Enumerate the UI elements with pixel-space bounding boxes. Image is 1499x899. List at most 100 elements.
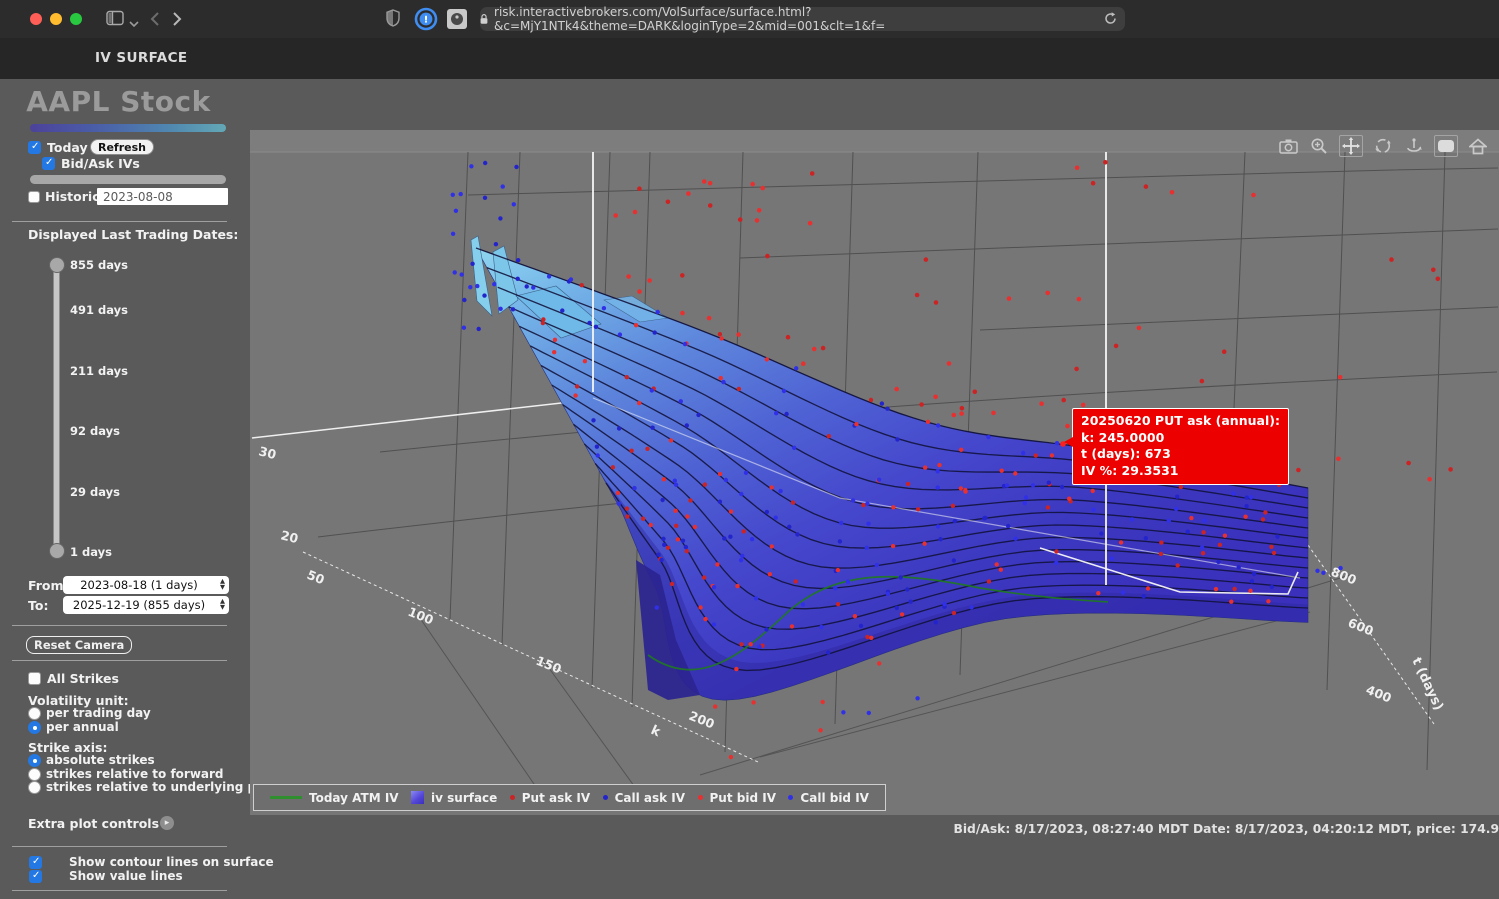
plot-legend: Today ATM IV iv surface Put ask IV Call ask…: [253, 784, 886, 811]
url-text: risk.interactivebrokers.com/VolSurface/s…: [494, 5, 1125, 33]
divider: [12, 660, 227, 661]
legend-label: Put bid IV: [710, 791, 776, 805]
tooltip-line: IV %: 29.3531: [1081, 463, 1280, 480]
shield-icon[interactable]: [386, 9, 400, 31]
tooltip-line: 20250620 PUT ask (annual):: [1081, 413, 1280, 430]
chevron-down-icon[interactable]: [129, 13, 139, 32]
today-label: Today: [47, 140, 88, 155]
hover-tooltip: 20250620 PUT ask (annual): k: 245.0000 t…: [1072, 408, 1289, 485]
to-label: To:: [28, 598, 48, 613]
radio-strikes-relative-to-forward[interactable]: [28, 768, 41, 781]
today-checkbox[interactable]: [28, 141, 41, 154]
bid-ask-label: Bid/Ask IVs: [61, 156, 140, 171]
hover-closest-icon[interactable]: [1434, 135, 1458, 157]
zoom-icon[interactable]: [1308, 136, 1330, 156]
radio-label: absolute strikes: [46, 753, 155, 767]
radio-label: strikes relative to underlying price: [46, 780, 281, 794]
divider: [12, 846, 227, 847]
status-bar: Bid/Ask: 8/17/2023, 08:27:40 MDT Date: 8…: [600, 822, 1499, 836]
divider: [12, 221, 227, 222]
slider-label: 855 days: [70, 258, 128, 272]
plot-option-checkbox[interactable]: [29, 856, 42, 869]
slider-handle-top[interactable]: [49, 257, 65, 273]
all-strikes-checkbox[interactable]: [28, 672, 41, 685]
iv-surface-plot[interactable]: 501001502008006004003020kt (days) 202506…: [250, 130, 1499, 815]
app-header: IV SURFACE: [0, 38, 1499, 79]
divider: [12, 890, 227, 891]
bid-ask-checkbox[interactable]: [42, 157, 55, 170]
home-icon[interactable]: [1467, 136, 1489, 156]
slider-label: 1 days: [70, 545, 112, 559]
tooltip-line: t (days): 673: [1081, 446, 1280, 463]
legend-item-Call-bid-IV[interactable]: Call bid IV: [788, 791, 869, 805]
browser-chrome: risk.interactivebrokers.com/VolSurface/s…: [0, 0, 1499, 38]
legend-swatch: [411, 791, 424, 804]
zoom-window-button[interactable]: [70, 13, 82, 25]
radio-strikes-relative-to-underlying-price[interactable]: [28, 781, 41, 794]
plot-option-label: Show value lines: [69, 869, 183, 883]
slider-label: 92 days: [70, 424, 120, 438]
legend-label: Call bid IV: [800, 791, 869, 805]
plot-option-checkbox[interactable]: [29, 870, 42, 883]
legend-label: Today ATM IV: [309, 791, 399, 805]
divider: [12, 625, 227, 626]
radio-absolute-strikes[interactable]: [28, 754, 41, 767]
loading-bar: [30, 175, 226, 184]
page-title: IV SURFACE: [95, 50, 188, 66]
all-strikes-label: All Strikes: [47, 671, 119, 686]
plot-option-label: Show contour lines on surface: [69, 855, 274, 869]
slider-label: 211 days: [70, 364, 128, 378]
reset-camera-button[interactable]: Reset Camera: [26, 636, 132, 654]
stepper-icon: ▲▼: [220, 598, 225, 610]
camera-icon[interactable]: [1277, 136, 1299, 156]
minimize-window-button[interactable]: [50, 13, 62, 25]
extra-controls-label: Extra plot controls: [28, 816, 159, 831]
dates-section-label: Displayed Last Trading Dates:: [28, 227, 238, 242]
legend-item-Put-bid-IV[interactable]: Put bid IV: [698, 791, 776, 805]
pan-icon[interactable]: [1339, 135, 1363, 157]
legend-swatch: [270, 796, 302, 799]
forward-icon[interactable]: [172, 11, 182, 31]
slider-handle-bottom[interactable]: [49, 543, 65, 559]
from-select[interactable]: 2023-08-18 (1 days) ▲▼: [63, 576, 229, 594]
tooltip-line: k: 245.0000: [1081, 430, 1280, 447]
iv-surface-app: risk.interactivebrokers.com/VolSurface/s…: [0, 0, 1499, 899]
colorscale-bar: [30, 124, 226, 132]
extension-icon[interactable]: [446, 8, 468, 34]
turntable-icon[interactable]: [1403, 136, 1425, 156]
stepper-icon: ▲▼: [220, 578, 225, 590]
surface-3d-canvas[interactable]: 501001502008006004003020kt (days): [250, 130, 1499, 815]
legend-swatch: [603, 795, 608, 800]
legend-item-iv-surface[interactable]: iv surface: [411, 791, 497, 805]
refresh-button[interactable]: Refresh: [90, 139, 154, 155]
url-bar[interactable]: risk.interactivebrokers.com/VolSurface/s…: [480, 7, 1125, 31]
legend-swatch: [510, 795, 515, 800]
password-extension-icon[interactable]: [414, 7, 438, 35]
symbol-title: AAPL Stock: [0, 85, 237, 118]
historical-checkbox[interactable]: [28, 191, 40, 203]
slider-label: 491 days: [70, 303, 128, 317]
legend-swatch: [698, 795, 703, 800]
historical-date-input[interactable]: [97, 188, 228, 205]
legend-item-Today-ATM-IV[interactable]: Today ATM IV: [270, 791, 399, 805]
radio-label: per annual: [46, 720, 119, 734]
back-icon[interactable]: [150, 11, 160, 31]
radio-per-annual[interactable]: [28, 721, 41, 734]
to-select[interactable]: 2025-12-19 (855 days) ▲▼: [63, 596, 229, 614]
legend-item-Put-ask-IV[interactable]: Put ask IV: [510, 791, 590, 805]
lock-icon: [480, 13, 488, 25]
close-window-button[interactable]: [30, 13, 42, 25]
reload-icon[interactable]: [1103, 11, 1118, 29]
sidebar: AAPL Stock Today Refresh Bid/Ask IVs His…: [0, 79, 237, 899]
plot-modebar: [1277, 135, 1489, 157]
radio-label: per trading day: [46, 706, 151, 720]
orbit-icon[interactable]: [1372, 136, 1394, 156]
legend-label: iv surface: [431, 791, 497, 805]
extra-controls-expand-icon[interactable]: ▸: [160, 816, 174, 830]
slider-label: 29 days: [70, 485, 120, 499]
date-range-slider-track[interactable]: [53, 263, 60, 553]
radio-label: strikes relative to forward: [46, 767, 224, 781]
radio-per-trading-day[interactable]: [28, 707, 41, 720]
legend-item-Call-ask-IV[interactable]: Call ask IV: [603, 791, 685, 805]
sidebar-toggle-icon[interactable]: [106, 10, 124, 30]
